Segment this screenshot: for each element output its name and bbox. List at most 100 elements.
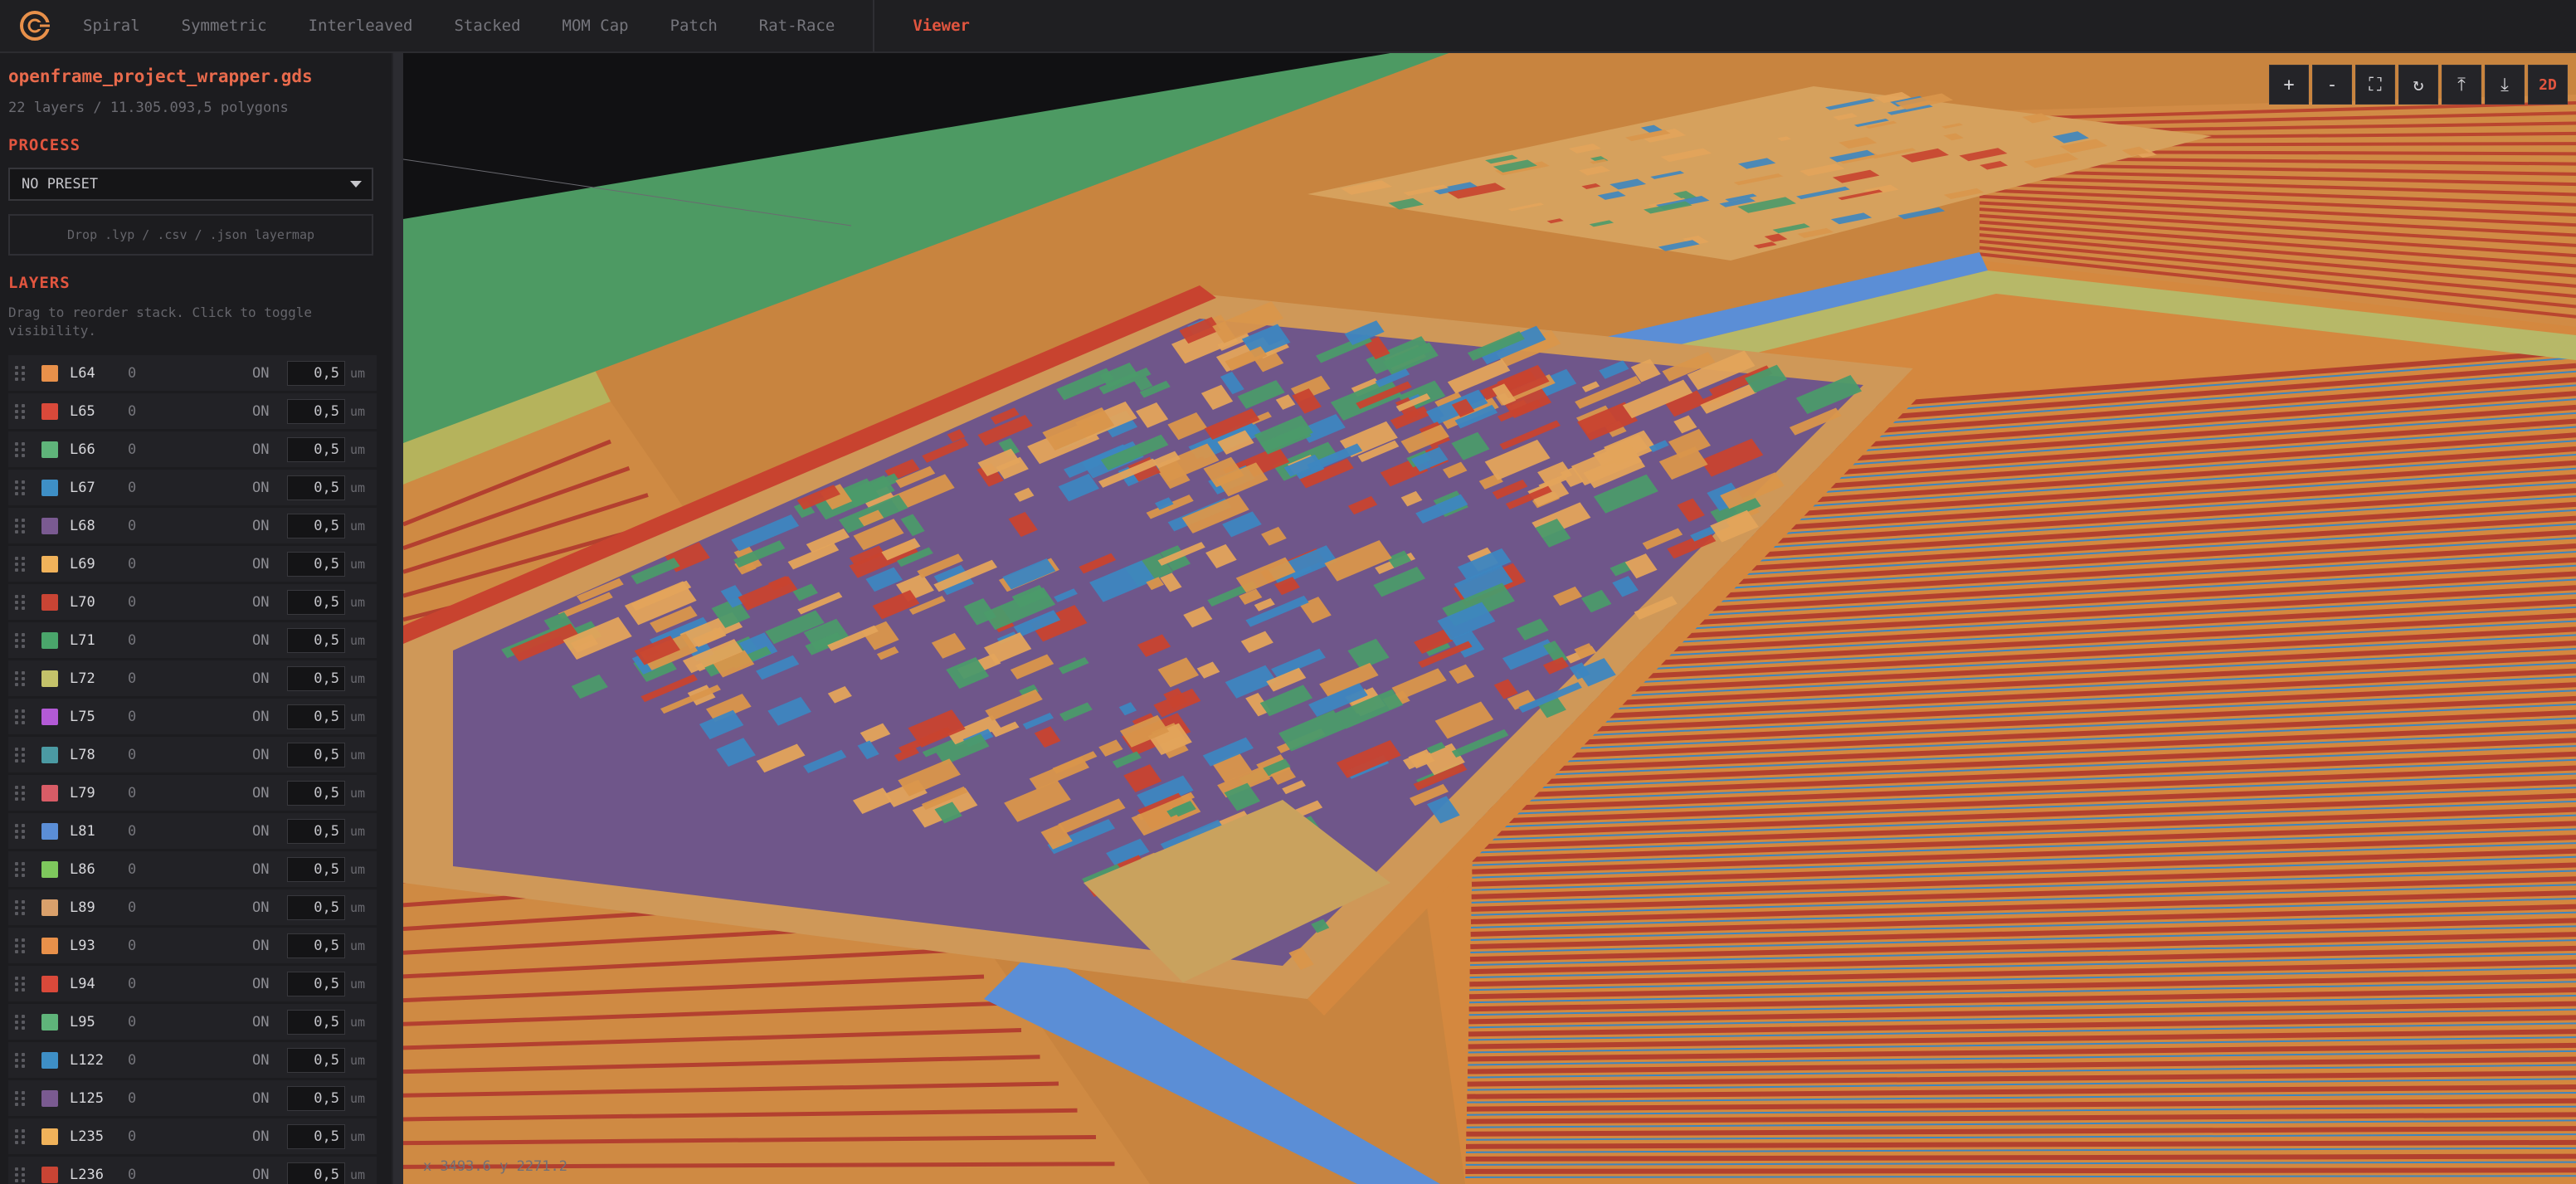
tab-mom-cap[interactable]: MOM Cap <box>562 17 629 35</box>
drag-handle-icon[interactable] <box>15 1014 28 1031</box>
layer-visibility-toggle[interactable]: ON <box>252 823 282 840</box>
layer-row[interactable]: L81 0 ON 0,5 um <box>8 813 377 849</box>
layer-row[interactable]: L67 0 ON 0,5 um <box>8 470 377 505</box>
app-logo-icon[interactable] <box>10 0 60 51</box>
layer-row[interactable]: L236 0 ON 0,5 um <box>8 1157 377 1184</box>
drag-handle-icon[interactable] <box>15 785 28 802</box>
layer-color-swatch[interactable] <box>41 1051 58 1069</box>
layer-color-swatch[interactable] <box>41 746 58 763</box>
layer-thickness-input[interactable]: 0,5 <box>287 1123 345 1149</box>
drag-handle-icon[interactable] <box>15 556 28 573</box>
tab-spiral[interactable]: Spiral <box>83 17 140 35</box>
layer-visibility-toggle[interactable]: ON <box>252 785 282 802</box>
layer-thickness-input[interactable]: 0,5 <box>287 1162 345 1184</box>
layer-color-swatch[interactable] <box>41 937 58 954</box>
layer-visibility-toggle[interactable]: ON <box>252 1167 282 1183</box>
drag-handle-icon[interactable] <box>15 365 28 382</box>
drag-handle-icon[interactable] <box>15 709 28 725</box>
drag-handle-icon[interactable] <box>15 1090 28 1107</box>
layer-color-swatch[interactable] <box>41 1089 58 1107</box>
layer-row[interactable]: L94 0 ON 0,5 um <box>8 966 377 1001</box>
layer-row[interactable]: L89 0 ON 0,5 um <box>8 889 377 925</box>
layer-row[interactable]: L68 0 ON 0,5 um <box>8 508 377 543</box>
layer-row[interactable]: L71 0 ON 0,5 um <box>8 622 377 658</box>
layer-thickness-input[interactable]: 0,5 <box>287 818 345 844</box>
layer-color-swatch[interactable] <box>41 555 58 573</box>
layer-row[interactable]: L69 0 ON 0,5 um <box>8 546 377 582</box>
layer-color-swatch[interactable] <box>41 402 58 420</box>
layer-thickness-input[interactable]: 0,5 <box>287 894 345 920</box>
layer-visibility-toggle[interactable]: ON <box>252 976 282 992</box>
layer-row[interactable]: L95 0 ON 0,5 um <box>8 1004 377 1040</box>
3d-viewport[interactable] <box>403 53 2576 1184</box>
layout-3d-render[interactable] <box>403 53 2576 1184</box>
drag-handle-icon[interactable] <box>15 518 28 534</box>
drag-handle-icon[interactable] <box>15 632 28 649</box>
layer-thickness-input[interactable]: 0,5 <box>287 1047 345 1073</box>
layer-row[interactable]: L125 0 ON 0,5 um <box>8 1080 377 1116</box>
layer-thickness-input[interactable]: 0,5 <box>287 551 345 577</box>
drag-handle-icon[interactable] <box>15 861 28 878</box>
layer-thickness-input[interactable]: 0,5 <box>287 933 345 958</box>
layer-visibility-toggle[interactable]: ON <box>252 1014 282 1031</box>
layer-color-swatch[interactable] <box>41 517 58 534</box>
tab-interleaved[interactable]: Interleaved <box>309 17 413 35</box>
download-icon[interactable]: ⤓ <box>2485 65 2525 105</box>
drag-handle-icon[interactable] <box>15 823 28 840</box>
layer-row[interactable]: L79 0 ON 0,5 um <box>8 775 377 811</box>
layer-thickness-input[interactable]: 0,5 <box>287 704 345 729</box>
layer-visibility-toggle[interactable]: ON <box>252 747 282 763</box>
layer-thickness-input[interactable]: 0,5 <box>287 742 345 767</box>
layer-color-swatch[interactable] <box>41 670 58 687</box>
layer-color-swatch[interactable] <box>41 479 58 496</box>
drag-handle-icon[interactable] <box>15 480 28 496</box>
layer-visibility-toggle[interactable]: ON <box>252 670 282 687</box>
layer-color-swatch[interactable] <box>41 975 58 992</box>
reset-view-icon[interactable]: ↻ <box>2398 65 2438 105</box>
drag-handle-icon[interactable] <box>15 403 28 420</box>
layer-visibility-toggle[interactable]: ON <box>252 365 282 382</box>
layer-color-swatch[interactable] <box>41 364 58 382</box>
mode-2d-icon[interactable]: 2D <box>2528 65 2568 105</box>
drag-handle-icon[interactable] <box>15 594 28 611</box>
layer-thickness-input[interactable]: 0,5 <box>287 513 345 538</box>
layer-visibility-toggle[interactable]: ON <box>252 861 282 878</box>
layer-thickness-input[interactable]: 0,5 <box>287 475 345 500</box>
layer-visibility-toggle[interactable]: ON <box>252 1128 282 1145</box>
sidebar-resize-handle[interactable] <box>392 53 403 1184</box>
layer-visibility-toggle[interactable]: ON <box>252 556 282 573</box>
layer-thickness-input[interactable]: 0,5 <box>287 856 345 882</box>
tab-symmetric[interactable]: Symmetric <box>182 17 267 35</box>
layer-row[interactable]: L235 0 ON 0,5 um <box>8 1118 377 1154</box>
layer-color-swatch[interactable] <box>41 708 58 725</box>
tab-stacked[interactable]: Stacked <box>454 17 520 35</box>
layer-color-swatch[interactable] <box>41 631 58 649</box>
drag-handle-icon[interactable] <box>15 1128 28 1145</box>
layer-thickness-input[interactable]: 0,5 <box>287 1009 345 1035</box>
layer-visibility-toggle[interactable]: ON <box>252 594 282 611</box>
layer-visibility-toggle[interactable]: ON <box>252 403 282 420</box>
layer-row[interactable]: L70 0 ON 0,5 um <box>8 584 377 620</box>
layer-thickness-input[interactable]: 0,5 <box>287 398 345 424</box>
layer-visibility-toggle[interactable]: ON <box>252 632 282 649</box>
tab-viewer[interactable]: Viewer <box>913 17 970 35</box>
drag-handle-icon[interactable] <box>15 747 28 763</box>
layer-visibility-toggle[interactable]: ON <box>252 480 282 496</box>
layer-color-swatch[interactable] <box>41 1128 58 1145</box>
layer-thickness-input[interactable]: 0,5 <box>287 780 345 806</box>
layer-row[interactable]: L72 0 ON 0,5 um <box>8 660 377 696</box>
layer-row[interactable]: L78 0 ON 0,5 um <box>8 737 377 772</box>
layer-color-swatch[interactable] <box>41 441 58 458</box>
layer-row[interactable]: L86 0 ON 0,5 um <box>8 851 377 887</box>
layer-color-swatch[interactable] <box>41 1013 58 1031</box>
layer-color-swatch[interactable] <box>41 899 58 916</box>
layermap-dropzone[interactable]: Drop .lyp / .csv / .json layermap <box>8 214 373 256</box>
layer-thickness-input[interactable]: 0,5 <box>287 1085 345 1111</box>
drag-handle-icon[interactable] <box>15 976 28 992</box>
layer-row[interactable]: L122 0 ON 0,5 um <box>8 1042 377 1078</box>
layer-visibility-toggle[interactable]: ON <box>252 441 282 458</box>
layer-color-swatch[interactable] <box>41 593 58 611</box>
layer-visibility-toggle[interactable]: ON <box>252 518 282 534</box>
process-preset-select[interactable]: NO PRESET <box>8 168 373 201</box>
layer-row[interactable]: L93 0 ON 0,5 um <box>8 928 377 963</box>
